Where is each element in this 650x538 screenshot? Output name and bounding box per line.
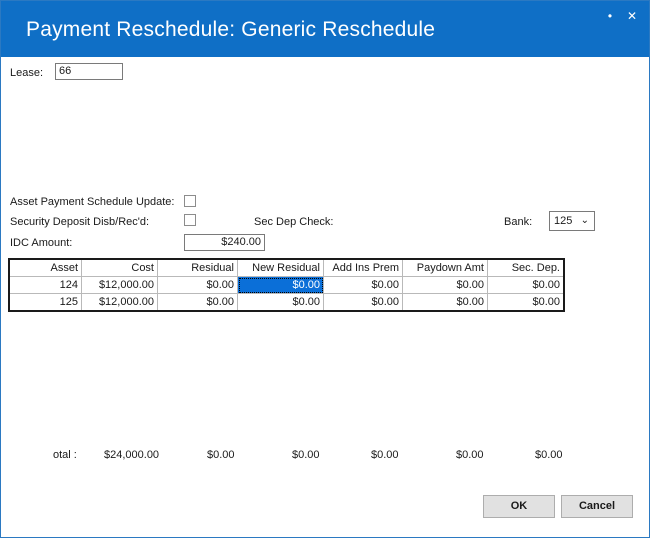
payment-reschedule-dialog: Payment Reschedule: Generic Reschedule •… [0,0,650,538]
cell-residual[interactable]: $0.00 [157,293,238,312]
lease-label: Lease: [10,67,44,79]
asset-schedule-update-checkbox[interactable] [184,195,196,207]
cell-residual[interactable]: $0.00 [157,276,238,294]
column-header-asset[interactable]: Asset [8,258,82,277]
column-header-sec-dep[interactable]: Sec. Dep. [487,258,565,277]
cell-asset[interactable]: 124 [8,276,82,294]
security-deposit-checkbox[interactable] [184,214,196,226]
idc-amount-label: IDC Amount: [10,237,73,249]
total-residual: $0.00 [207,449,235,461]
bank-select-value: 125 [554,215,573,227]
cell-paydown-amt[interactable]: $0.00 [402,293,488,312]
column-header-add-ins-prem[interactable]: Add Ins Prem [323,258,403,277]
cell-cost[interactable]: $12,000.00 [81,293,158,312]
cell-cost[interactable]: $12,000.00 [81,276,158,294]
column-header-paydown-amt[interactable]: Paydown Amt [402,258,488,277]
minimize-icon[interactable]: • [601,7,619,25]
cancel-button[interactable]: Cancel [561,495,633,518]
column-header-new-residual[interactable]: New Residual [237,258,324,277]
title-bar: Payment Reschedule: Generic Reschedule •… [1,1,649,57]
column-header-residual[interactable]: Residual [157,258,238,277]
cell-sec-dep[interactable]: $0.00 [487,276,565,294]
bank-select[interactable]: 125 ⌄ [549,211,595,231]
total-new-residual: $0.00 [292,449,320,461]
ok-button[interactable]: OK [483,495,555,518]
security-deposit-label: Security Deposit Disb/Rec'd: [10,216,150,228]
asset-schedule-update-label: Asset Payment Schedule Update: [10,196,175,208]
total-paydown-amt: $0.00 [456,449,484,461]
close-icon[interactable]: ✕ [623,7,641,25]
bank-label: Bank: [504,216,533,228]
cell-add-ins-prem[interactable]: $0.00 [323,276,403,294]
cell-new-residual[interactable]: $0.00 [237,293,324,312]
table-row: 125 $12,000.00 $0.00 $0.00 $0.00 $0.00 $… [8,293,565,312]
chevron-down-icon: ⌄ [580,215,589,226]
cell-paydown-amt[interactable]: $0.00 [402,276,488,294]
lease-input[interactable]: 66 [55,63,123,80]
total-sec-dep: $0.00 [535,449,563,461]
asset-grid: Asset Cost Residual New Residual Add Ins… [8,258,565,312]
grid-header-row: Asset Cost Residual New Residual Add Ins… [8,258,565,277]
cell-sec-dep[interactable]: $0.00 [487,293,565,312]
cell-new-residual-selected[interactable]: $0.00 [237,276,324,294]
window-title: Payment Reschedule: Generic Reschedule [26,18,436,41]
total-add-ins-prem: $0.00 [371,449,399,461]
table-row: 124 $12,000.00 $0.00 $0.00 $0.00 $0.00 $… [8,276,565,294]
total-cost: $24,000.00 [104,449,160,461]
column-header-cost[interactable]: Cost [81,258,158,277]
idc-amount-input[interactable]: $240.00 [184,234,265,251]
cell-add-ins-prem[interactable]: $0.00 [323,293,403,312]
sec-dep-check-label: Sec Dep Check: [254,216,334,228]
totals-label: otal : [53,449,77,461]
cell-asset[interactable]: 125 [8,293,82,312]
